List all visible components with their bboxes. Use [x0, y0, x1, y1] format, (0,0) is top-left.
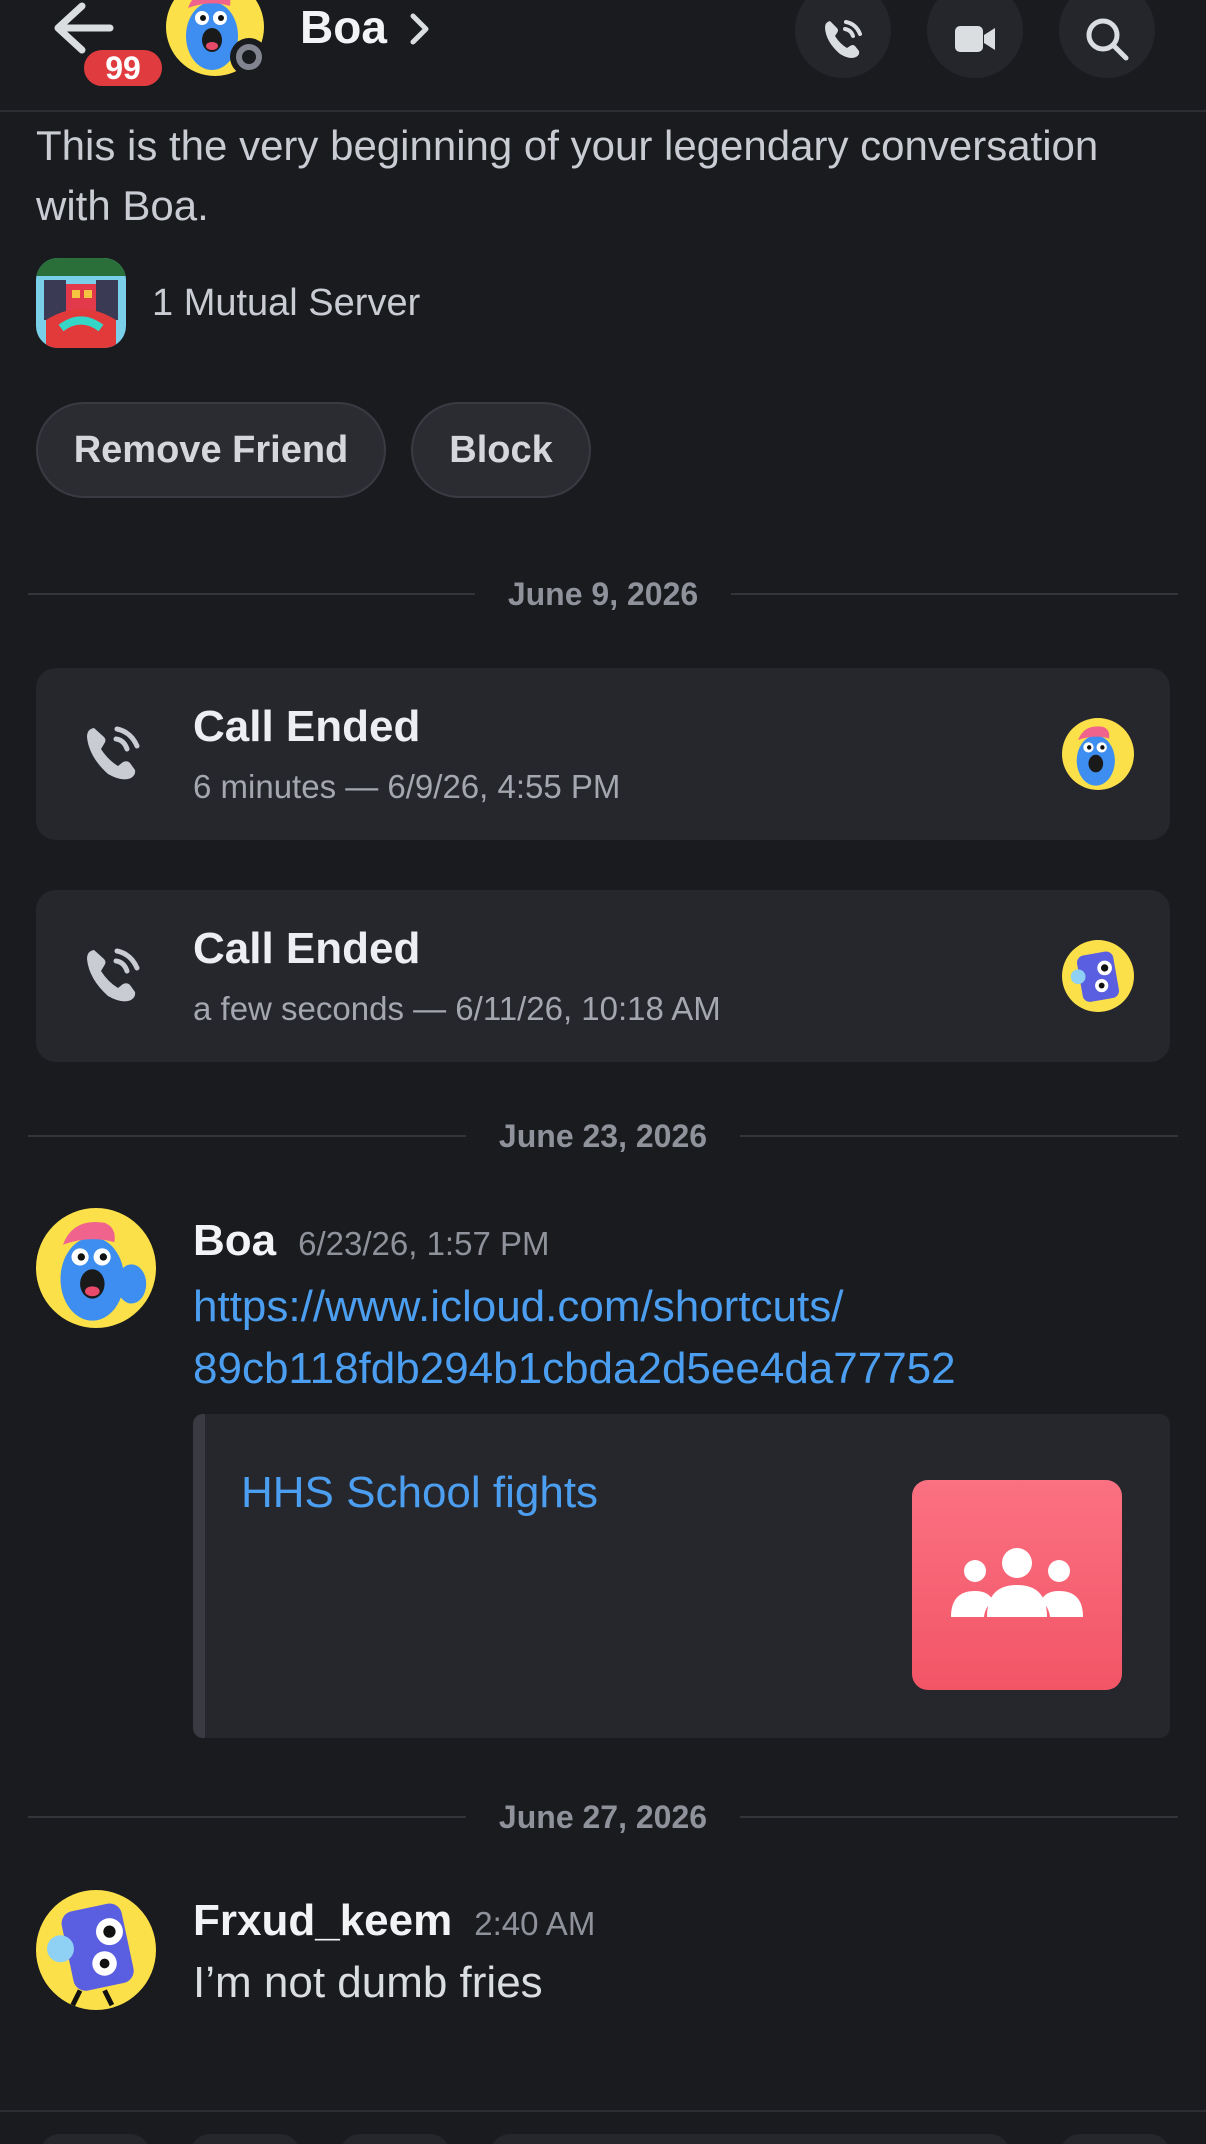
composer-divider — [0, 2110, 1206, 2112]
unread-badge: 99 — [80, 46, 166, 90]
call-meta: 6 minutes — 6/9/26, 4:55 PM — [193, 768, 621, 805]
dm-screen: 99 Boa This is the very beginning of you… — [0, 0, 1206, 2144]
author-name[interactable]: Frxud_keem — [193, 1896, 452, 1945]
call-participant-avatar — [1062, 940, 1134, 1012]
chevron-right-icon[interactable] — [408, 12, 432, 46]
frxud-avatar-image — [36, 1890, 156, 2010]
remove-friend-button[interactable]: Remove Friend — [36, 402, 386, 498]
message-author: Frxud_keem 2:40 AM — [193, 1896, 595, 1946]
boa-avatar-image — [36, 1208, 156, 1328]
conversation-intro: This is the very beginning of your legen… — [36, 122, 1099, 229]
server-icon — [36, 258, 126, 348]
voice-call-button[interactable] — [795, 0, 891, 78]
message-author: Boa 6/23/26, 1:57 PM — [193, 1216, 549, 1266]
date-label: June 9, 2026 — [507, 576, 699, 612]
phone-call-icon — [87, 726, 140, 780]
video-camera-icon — [955, 26, 995, 52]
message-text: I’m not dumb fries — [193, 1958, 543, 2007]
message-timestamp: 6/23/26, 1:57 PM — [298, 1225, 550, 1262]
message-avatar[interactable] — [36, 1890, 156, 2010]
message-avatar[interactable] — [36, 1208, 156, 1328]
call-ended-card[interactable]: Call Ended 6 minutes — 6/9/26, 4:55 PM — [36, 668, 1170, 840]
author-name[interactable]: Boa — [193, 1216, 276, 1265]
embed-accent-bar — [193, 1414, 205, 1738]
call-participant-avatar — [1062, 718, 1134, 790]
date-divider: June 27, 2026 — [28, 1797, 1178, 1837]
mutual-server-label: 1 Mutual Server — [152, 281, 421, 324]
message-link[interactable]: https://www.icloud.com/shortcuts/ 89cb11… — [193, 1276, 1153, 1400]
call-ended-card[interactable]: Call Ended a few seconds — 6/11/26, 10:1… — [36, 890, 1170, 1062]
call-meta: a few seconds — 6/11/26, 10:18 AM — [193, 990, 721, 1027]
message-timestamp: 2:40 AM — [474, 1905, 596, 1942]
embed-title[interactable]: HHS School fights — [241, 1468, 598, 1518]
contact-name[interactable]: Boa — [300, 0, 387, 54]
call-title: Call Ended — [193, 702, 421, 751]
phone-call-icon — [825, 20, 862, 58]
embed-thumbnail[interactable] — [912, 1480, 1122, 1690]
composer-action-button[interactable] — [40, 2134, 150, 2144]
date-label: June 23, 2026 — [498, 1118, 708, 1154]
composer-action-button[interactable] — [1060, 2134, 1170, 2144]
date-divider: June 23, 2026 — [28, 1116, 1178, 1156]
link-line[interactable]: 89cb118fdb294b1cbda2d5ee4da77752 — [193, 1338, 1153, 1400]
date-label: June 27, 2026 — [498, 1799, 708, 1835]
composer-action-button[interactable] — [340, 2134, 450, 2144]
call-title: Call Ended — [193, 924, 421, 973]
link-line[interactable]: https://www.icloud.com/shortcuts/ — [193, 1276, 1153, 1338]
mutual-servers[interactable]: 1 Mutual Server — [36, 258, 420, 348]
date-divider: June 9, 2026 — [28, 574, 1178, 614]
search-button[interactable] — [1059, 0, 1155, 78]
link-embed[interactable]: HHS School fights — [193, 1414, 1170, 1738]
search-icon — [1086, 18, 1129, 61]
header: 99 Boa — [0, 0, 1206, 112]
phone-call-icon — [87, 948, 140, 1002]
message-input[interactable] — [490, 2134, 1010, 2144]
composer-action-button[interactable] — [190, 2134, 300, 2144]
people-group-icon — [951, 1548, 1083, 1617]
status-indicator — [230, 38, 268, 76]
block-button[interactable]: Block — [411, 402, 591, 498]
header-avatar[interactable] — [166, 0, 268, 76]
video-call-button[interactable] — [927, 0, 1023, 78]
